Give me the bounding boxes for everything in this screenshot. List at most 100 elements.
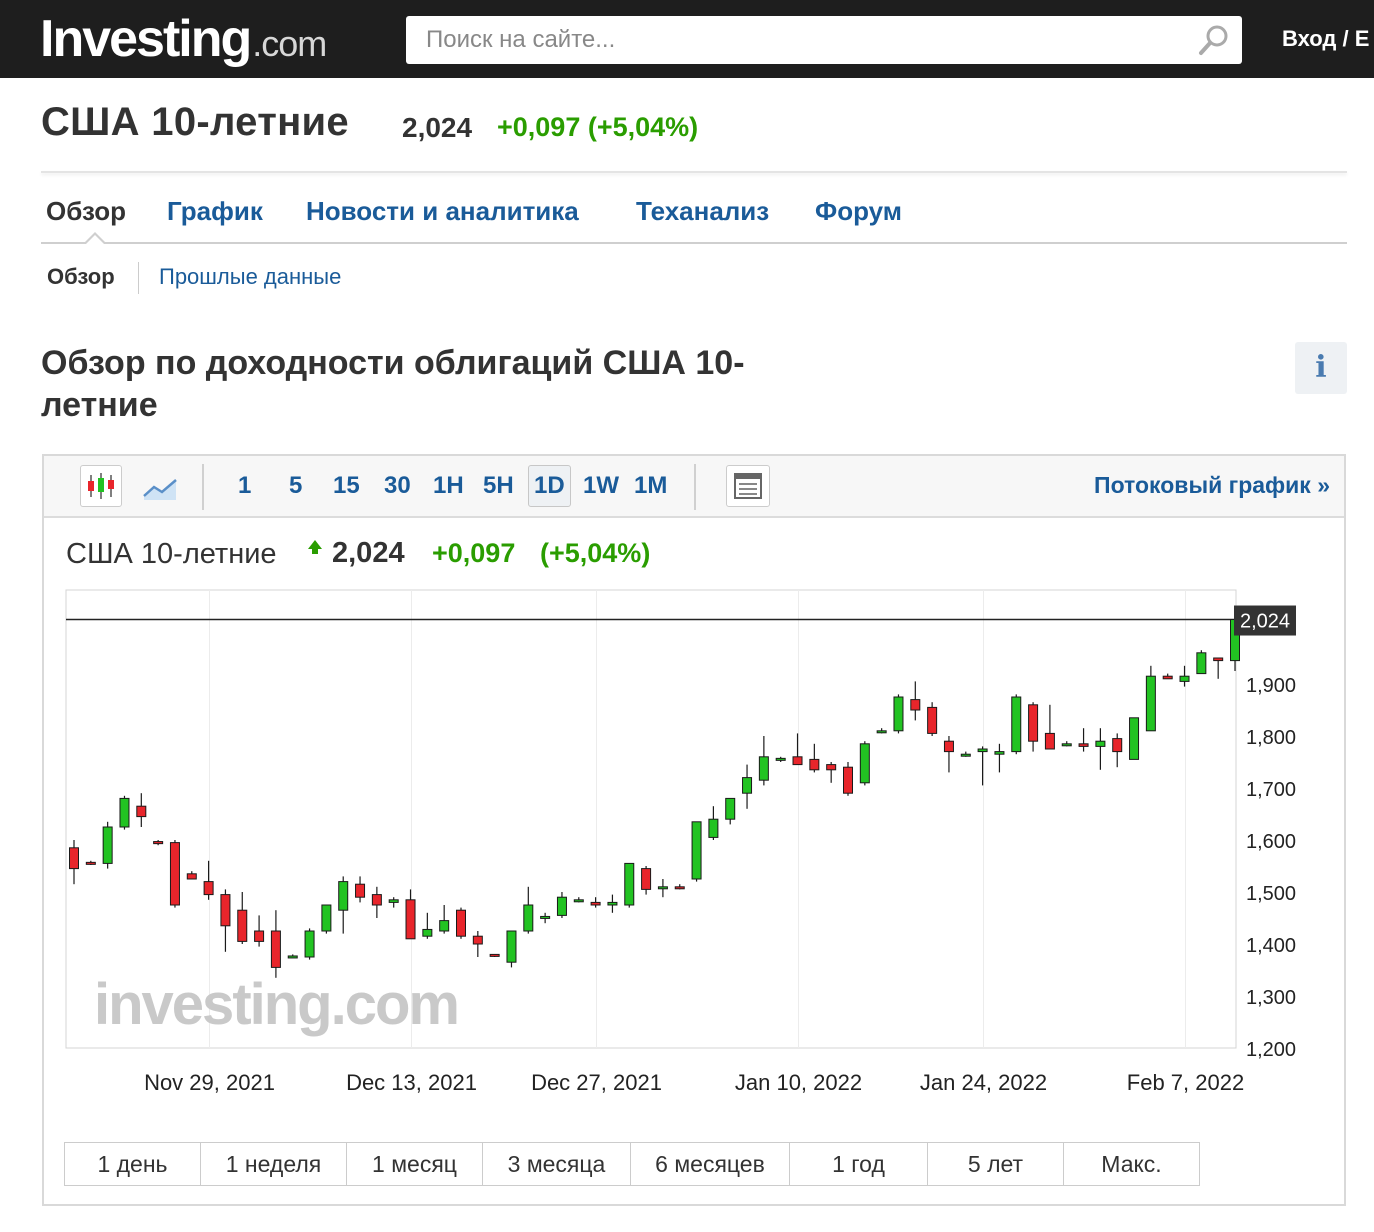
candle-up	[607, 901, 618, 906]
candle-down	[355, 883, 366, 898]
tab-overview[interactable]: Обзор	[46, 196, 126, 227]
candle-down	[590, 901, 601, 906]
tab-chart[interactable]: График	[167, 196, 263, 227]
candle-down	[1078, 743, 1089, 747]
candle-down	[169, 842, 180, 906]
candle-up	[573, 899, 584, 903]
interval-5min[interactable]: 5	[289, 472, 302, 500]
range-6-months[interactable]: 6 месяцев	[630, 1142, 790, 1186]
arrow-up-icon	[308, 540, 322, 554]
candle-up	[775, 757, 786, 761]
range-1-year[interactable]: 1 год	[789, 1142, 928, 1186]
interval-1w[interactable]: 1W	[583, 472, 619, 500]
candle-up	[977, 748, 988, 753]
subtab-overview[interactable]: Обзор	[47, 264, 115, 294]
chart-instrument-name: США 10-летние	[66, 538, 277, 570]
chart-change: +0,097	[432, 538, 516, 568]
candle-up	[876, 730, 887, 734]
candle-down	[843, 766, 853, 794]
interval-1m[interactable]: 1M	[634, 472, 667, 500]
tab-forum[interactable]: Форум	[815, 196, 902, 227]
x-tick-label: Feb 7, 2022	[1127, 1070, 1244, 1095]
candle-down	[136, 805, 147, 818]
streaming-chart-link[interactable]: Потоковый график »	[1094, 472, 1330, 499]
x-tick-label: Dec 13, 2021	[346, 1070, 477, 1095]
login-link[interactable]: Вход / Е	[1282, 26, 1369, 52]
page-title: США 10-летние	[41, 100, 349, 144]
range-1-month[interactable]: 1 месяц	[346, 1142, 483, 1186]
info-button[interactable]: i	[1295, 342, 1347, 394]
header-divider	[41, 171, 1347, 173]
subtab-historical-data[interactable]: Прошлые данные	[159, 264, 341, 294]
candle-down	[927, 706, 938, 734]
candle-up	[1061, 743, 1072, 747]
range-1-week[interactable]: 1 неделя	[200, 1142, 347, 1186]
chart-toolbar: 1 5 15 30 1H 5H 1D 1W 1M Потоковый графи…	[44, 456, 1344, 518]
candle-up	[540, 915, 551, 919]
candle-down	[203, 881, 214, 896]
search-input[interactable]	[406, 16, 1186, 64]
candle-up	[691, 821, 702, 880]
interval-15min[interactable]: 15	[333, 472, 360, 500]
tab-news-analytics[interactable]: Новости и аналитика	[306, 196, 579, 227]
x-tick-label: Dec 27, 2021	[531, 1070, 662, 1095]
candle-up	[422, 928, 433, 937]
candle-up	[708, 818, 719, 838]
candle-up	[388, 899, 399, 903]
candle-down	[405, 899, 416, 940]
section-title: Обзор по доходности облигаций США 10-лет…	[41, 344, 745, 424]
candle-down	[472, 935, 483, 945]
current-price-label: 2,024	[1240, 611, 1290, 633]
main-nav: Обзор График Новости и аналитика Теханал…	[0, 196, 1374, 236]
candle-up	[742, 777, 753, 794]
candle-down	[1162, 675, 1173, 680]
investing-logo[interactable]: Investing .com	[40, 8, 327, 70]
interval-1d[interactable]: 1D	[528, 465, 571, 507]
candle-up	[287, 955, 298, 959]
candle-up	[725, 797, 736, 820]
y-tick-label: 1,200	[1246, 1039, 1296, 1061]
table-view-button[interactable]	[726, 465, 770, 507]
candle-down	[1112, 738, 1123, 753]
candle-down	[371, 894, 382, 906]
candle-down	[186, 873, 197, 880]
candle-up	[119, 797, 130, 828]
x-tick-label: Nov 29, 2021	[144, 1070, 275, 1095]
logo-text: Investing	[40, 10, 252, 68]
range-1-day[interactable]: 1 день	[64, 1142, 201, 1186]
candle-up	[859, 743, 870, 784]
candle-up	[1179, 675, 1190, 682]
interval-30min[interactable]: 30	[384, 472, 411, 500]
interval-5h[interactable]: 5H	[483, 472, 514, 500]
candle-down	[792, 756, 803, 766]
candle-up	[657, 886, 668, 890]
candle-up	[758, 756, 769, 781]
range-5-years[interactable]: 5 лет	[927, 1142, 1064, 1186]
y-tick-label: 1,300	[1246, 987, 1296, 1009]
candle-down	[1028, 704, 1039, 742]
y-tick-label: 1,900	[1246, 675, 1296, 697]
search-box	[406, 16, 1242, 64]
x-tick-label: Jan 24, 2022	[920, 1070, 1047, 1095]
chart-price: 2,024	[332, 537, 405, 569]
candle-down	[237, 909, 248, 942]
interval-1min[interactable]: 1	[238, 472, 251, 500]
tab-technical-analysis[interactable]: Теханализ	[636, 196, 769, 227]
area-chart-icon[interactable]	[142, 470, 178, 504]
candle-down	[826, 764, 837, 771]
range-3-months[interactable]: 3 месяца	[482, 1142, 631, 1186]
chart-watermark: investing.com	[94, 972, 458, 1037]
candlestick-chart[interactable]: Nov 29, 2021 Dec 13, 2021 Dec 27, 2021 Jan …	[44, 576, 1344, 1136]
chart-change-percent: (+5,04%)	[540, 538, 651, 568]
candle-up	[1011, 696, 1022, 753]
candlestick-chart-button[interactable]	[80, 465, 122, 507]
y-tick-label: 1,400	[1246, 935, 1296, 957]
table-icon	[734, 473, 762, 499]
candle-up	[304, 930, 315, 958]
logo-domain: .com	[252, 23, 327, 64]
candle-down	[943, 740, 954, 753]
candle-up	[1196, 652, 1207, 675]
search-icon[interactable]	[1196, 22, 1232, 58]
range-max[interactable]: Макс.	[1063, 1142, 1200, 1186]
interval-1h[interactable]: 1H	[433, 472, 464, 500]
